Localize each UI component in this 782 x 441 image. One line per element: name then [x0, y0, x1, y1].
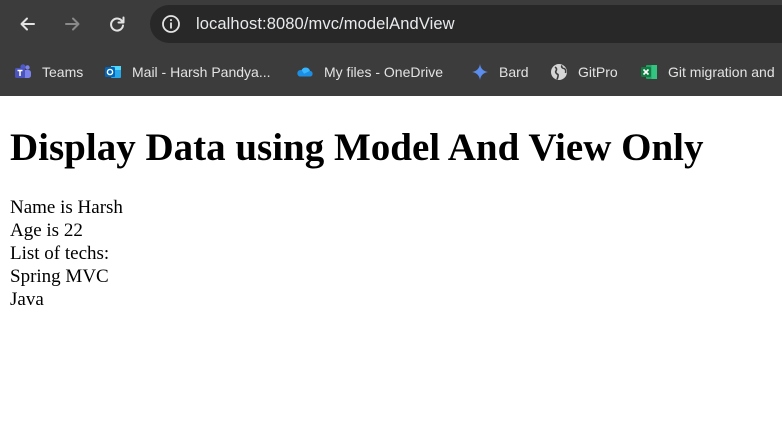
reload-button[interactable]: [103, 10, 131, 38]
bookmarks-bar: Teams Mail - Harsh Pandya... My files - …: [0, 48, 782, 96]
techs-label: List of techs:: [10, 243, 110, 264]
page-content: Display Data using Model And View Only N…: [0, 126, 782, 311]
site-info-icon[interactable]: [161, 14, 181, 34]
tech-item: Java: [10, 289, 44, 310]
bookmark-gitpro[interactable]: GitPro: [550, 58, 618, 86]
excel-icon: [640, 63, 658, 81]
arrow-right-icon: [65, 17, 80, 31]
name-line: Name is Harsh: [10, 197, 123, 218]
bookmark-label: Git migration and: [668, 64, 775, 80]
teams-icon: [14, 63, 32, 81]
bookmark-label: Mail - Harsh Pandya...: [132, 64, 271, 80]
url-text[interactable]: localhost:8080/mvc/modelAndView: [196, 15, 455, 34]
globe-icon: [550, 63, 568, 81]
outlook-icon: [104, 63, 122, 81]
back-button[interactable]: [14, 10, 42, 38]
bookmark-onedrive[interactable]: My files - OneDrive: [296, 58, 443, 86]
bard-icon: [471, 63, 489, 81]
tech-item: Spring MVC: [10, 266, 109, 287]
bookmark-bard[interactable]: Bard: [471, 58, 529, 86]
browser-toolbar: localhost:8080/mvc/modelAndView: [0, 0, 782, 48]
bookmark-git-migration[interactable]: Git migration and: [640, 58, 775, 86]
address-bar[interactable]: localhost:8080/mvc/modelAndView: [150, 5, 782, 43]
page-title: Display Data using Model And View Only: [10, 126, 704, 169]
forward-button[interactable]: [58, 10, 86, 38]
age-line: Age is 22: [10, 220, 83, 241]
arrow-left-icon: [20, 17, 35, 31]
bookmark-label: Bard: [499, 64, 529, 80]
bookmark-label: My files - OneDrive: [324, 64, 444, 80]
bookmark-teams[interactable]: Teams: [14, 58, 83, 86]
bookmark-label: GitPro: [578, 64, 618, 80]
bookmark-mail[interactable]: Mail - Harsh Pandya...: [104, 58, 271, 86]
data-list: Name is Harsh Age is 22 List of techs: S…: [10, 196, 772, 311]
reload-icon: [110, 16, 125, 32]
bookmark-label: Teams: [42, 64, 84, 80]
onedrive-icon: [296, 63, 314, 81]
browser-chrome: localhost:8080/mvc/modelAndView Teams Ma…: [0, 0, 782, 96]
